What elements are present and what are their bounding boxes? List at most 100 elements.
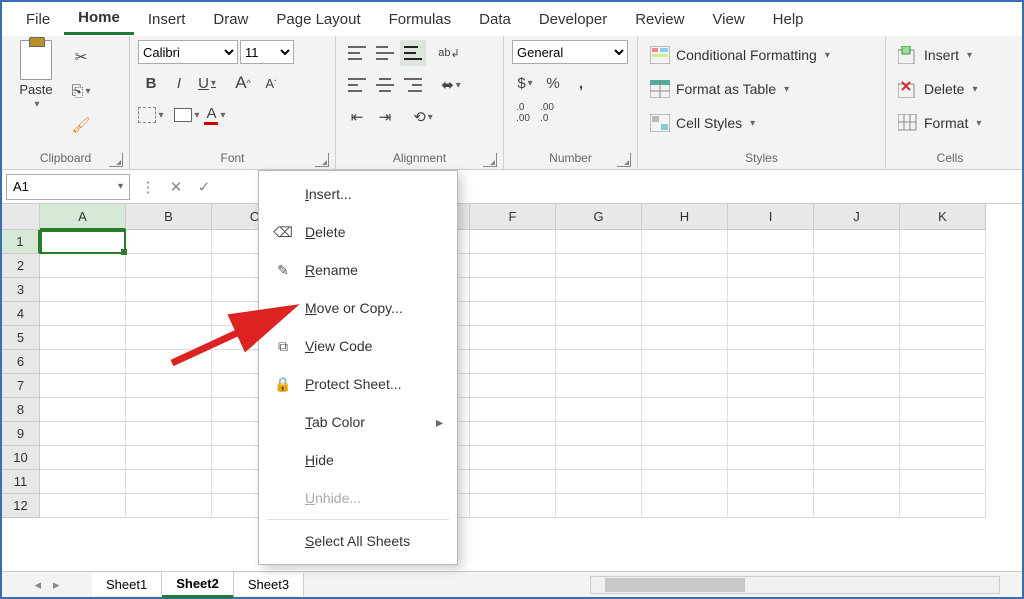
cell[interactable] — [900, 398, 986, 422]
scrollbar-thumb[interactable] — [605, 578, 745, 592]
row-header-1[interactable]: 1 — [2, 230, 40, 254]
cell[interactable] — [556, 230, 642, 254]
cell[interactable] — [470, 446, 556, 470]
cell[interactable] — [900, 494, 986, 518]
cell[interactable] — [728, 254, 814, 278]
cell-styles-button[interactable]: Cell Styles▾ — [646, 108, 759, 138]
sheet-nav[interactable]: ◂▸ — [2, 577, 92, 593]
orientation-button[interactable]: ⟲▾ — [410, 104, 436, 130]
cell[interactable] — [40, 446, 126, 470]
cell[interactable] — [900, 422, 986, 446]
decrease-decimal-button[interactable]: .00.0 — [536, 102, 558, 124]
align-top-button[interactable] — [344, 40, 370, 66]
row-header-12[interactable]: 12 — [2, 494, 40, 518]
wrap-text-button[interactable]: ab↲ — [438, 42, 460, 64]
cell[interactable] — [814, 254, 900, 278]
cell[interactable] — [556, 302, 642, 326]
col-header-A[interactable]: A — [40, 204, 126, 230]
menu-home[interactable]: Home — [64, 3, 134, 35]
cell[interactable] — [728, 374, 814, 398]
cell[interactable] — [814, 398, 900, 422]
cell[interactable] — [40, 302, 126, 326]
sheet-tab-1[interactable]: Sheet1 — [92, 573, 162, 596]
cell[interactable] — [40, 326, 126, 350]
ctx-select-all-sheets[interactable]: Select All Sheets — [259, 522, 457, 560]
underline-button[interactable]: U▾ — [194, 70, 220, 96]
cell[interactable] — [470, 350, 556, 374]
currency-button[interactable]: $▾ — [512, 70, 538, 96]
select-all-corner[interactable] — [2, 204, 40, 230]
menu-data[interactable]: Data — [465, 5, 525, 34]
cell[interactable] — [642, 230, 728, 254]
align-center-button[interactable] — [372, 72, 398, 98]
row-header-4[interactable]: 4 — [2, 302, 40, 326]
row-header-5[interactable]: 5 — [2, 326, 40, 350]
cell[interactable] — [556, 278, 642, 302]
fill-color-button[interactable]: ▾ — [174, 102, 200, 128]
percent-button[interactable]: % — [540, 70, 566, 96]
cell[interactable] — [470, 374, 556, 398]
ctx-delete[interactable]: ⌫Delete — [259, 213, 457, 251]
cell[interactable] — [814, 326, 900, 350]
cell[interactable] — [814, 374, 900, 398]
enter-formula-button[interactable]: ✓ — [190, 174, 218, 200]
col-header-G[interactable]: G — [556, 204, 642, 230]
cell[interactable] — [126, 302, 212, 326]
dialog-launcher-icon[interactable] — [315, 153, 329, 167]
ctx-rename[interactable]: ✎Rename — [259, 251, 457, 289]
cell[interactable] — [642, 494, 728, 518]
cell[interactable] — [642, 350, 728, 374]
cell[interactable] — [126, 326, 212, 350]
dialog-launcher-icon[interactable] — [109, 153, 123, 167]
cell[interactable] — [728, 422, 814, 446]
decrease-indent-button[interactable]: ⇤ — [344, 104, 370, 130]
cell[interactable] — [900, 470, 986, 494]
cell[interactable] — [556, 374, 642, 398]
cell[interactable] — [814, 422, 900, 446]
conditional-formatting-button[interactable]: Conditional Formatting▾ — [646, 40, 834, 70]
cell[interactable] — [728, 302, 814, 326]
cell[interactable] — [470, 230, 556, 254]
row-header-2[interactable]: 2 — [2, 254, 40, 278]
format-as-table-button[interactable]: Format as Table▾ — [646, 74, 793, 104]
number-format-select[interactable]: General — [512, 40, 628, 64]
row-header-6[interactable]: 6 — [2, 350, 40, 374]
cell[interactable] — [814, 302, 900, 326]
cell[interactable] — [470, 254, 556, 278]
cell[interactable] — [556, 326, 642, 350]
cell[interactable] — [40, 350, 126, 374]
ctx-move-or-copy[interactable]: Move or Copy... — [259, 289, 457, 327]
cell[interactable] — [642, 398, 728, 422]
row-header-11[interactable]: 11 — [2, 470, 40, 494]
col-header-I[interactable]: I — [728, 204, 814, 230]
cell[interactable] — [642, 470, 728, 494]
cell[interactable] — [126, 494, 212, 518]
ctx-view-code[interactable]: ⧉View Code — [259, 327, 457, 365]
cell[interactable] — [126, 230, 212, 254]
row-header-8[interactable]: 8 — [2, 398, 40, 422]
menu-page-layout[interactable]: Page Layout — [262, 5, 374, 34]
cell[interactable] — [814, 470, 900, 494]
menu-insert[interactable]: Insert — [134, 5, 200, 34]
cell[interactable] — [814, 494, 900, 518]
cell[interactable] — [728, 230, 814, 254]
increase-indent-button[interactable]: ⇥ — [372, 104, 398, 130]
cell[interactable] — [556, 254, 642, 278]
cut-button[interactable]: ✂ — [68, 44, 94, 70]
col-header-H[interactable]: H — [642, 204, 728, 230]
cell[interactable] — [126, 254, 212, 278]
dialog-launcher-icon[interactable] — [617, 153, 631, 167]
menu-file[interactable]: File — [12, 5, 64, 34]
cell[interactable] — [556, 494, 642, 518]
dialog-launcher-icon[interactable] — [483, 153, 497, 167]
cell[interactable] — [470, 494, 556, 518]
font-name-select[interactable]: Calibri — [138, 40, 238, 64]
italic-button[interactable]: I — [166, 70, 192, 96]
cell[interactable] — [728, 470, 814, 494]
cell[interactable] — [556, 350, 642, 374]
cell[interactable] — [814, 230, 900, 254]
cell[interactable] — [40, 230, 126, 254]
cell[interactable] — [126, 470, 212, 494]
cell[interactable] — [814, 446, 900, 470]
col-header-B[interactable]: B — [126, 204, 212, 230]
